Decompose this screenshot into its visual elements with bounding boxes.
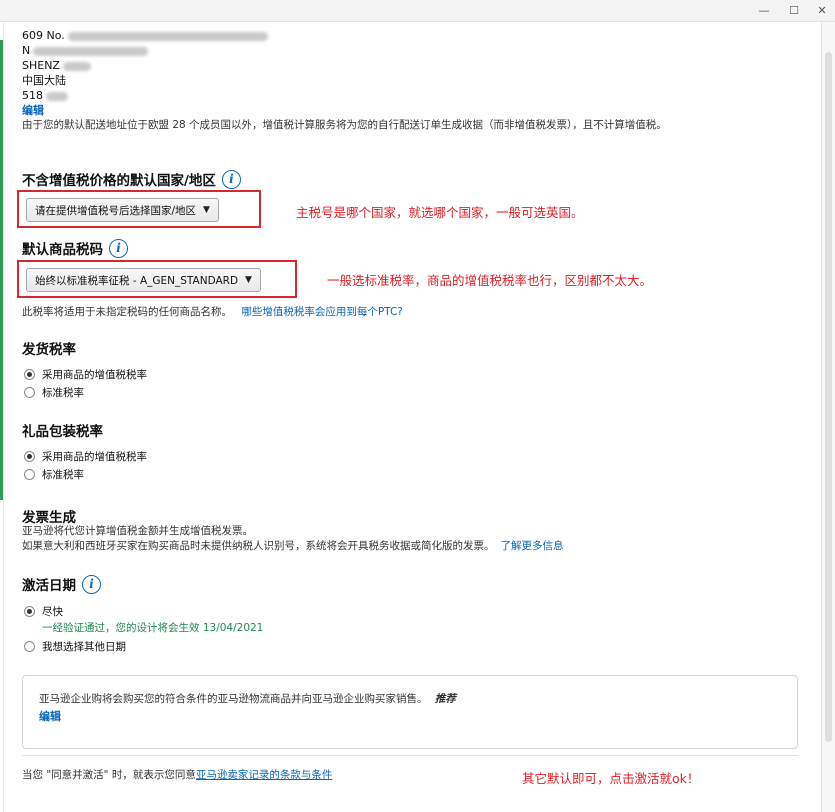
radio-unchecked[interactable]	[24, 640, 35, 652]
address-line-5: 518	[22, 89, 43, 102]
minimize-icon[interactable]: —	[753, 3, 775, 19]
radio-unchecked[interactable]	[24, 468, 35, 480]
annotation-box	[17, 260, 297, 298]
info-icon[interactable]: i	[82, 574, 101, 594]
gift-rate-title: 礼品包装税率	[22, 424, 103, 440]
annotation-note: 其它默认即可，点击激活就ok！	[522, 771, 700, 786]
edit-business-link[interactable]: 编辑	[39, 708, 61, 724]
annotation-note: 一般选标准税率，商品的增值税税率也行，区别都不太大。	[327, 273, 653, 288]
amazon-business-box: 亚马逊企业购将会购买您的符合条件的亚马逊物流商品并向亚马逊企业购买家销售。 推荐…	[22, 675, 798, 749]
ptc-note: 此税率将适用于未指定税码的任何商品名称。 哪些增值税税率会应用到每个PTC?	[22, 306, 403, 318]
radio-checked[interactable]	[24, 368, 35, 380]
window-titlebar: — ☐ ✕	[0, 0, 835, 22]
learn-more-link[interactable]: 了解更多信息	[501, 540, 564, 552]
left-border	[3, 22, 4, 812]
radio-unchecked[interactable]	[24, 386, 35, 398]
redacted-text	[67, 31, 268, 41]
default-country-title: 不含增值税价格的默认国家/地区 i	[22, 169, 241, 189]
invoice-description: 亚马逊将代您计算增值税金额并生成增值税发票。 如果意大利和西班牙买家在购买商品时…	[22, 525, 564, 552]
recommended-badge: 推荐	[434, 693, 456, 705]
ptc-rates-link[interactable]: 哪些增值税税率会应用到每个PTC?	[241, 306, 403, 318]
radio-option[interactable]: 我想选择其他日期	[24, 637, 263, 655]
annotation-box	[17, 190, 261, 228]
redacted-text	[46, 91, 68, 101]
address-block: 609 No. N SHENZ 中国大陆 518 编辑 由于您的默认配送地址位于…	[22, 28, 667, 133]
address-line-3: SHENZ	[22, 59, 60, 72]
maximize-icon[interactable]: ☐	[783, 3, 805, 19]
default-ptc-title: 默认商品税码 i	[22, 238, 128, 258]
accent-edge	[0, 40, 3, 500]
terms-link[interactable]: 亚马逊卖家记录的条款与条件	[196, 769, 333, 781]
address-line-2: N	[22, 44, 31, 57]
radio-checked[interactable]	[24, 605, 35, 617]
close-icon[interactable]: ✕	[811, 3, 833, 19]
edit-address-link[interactable]: 编辑	[22, 103, 667, 118]
radio-option[interactable]: 采用商品的增值税税率	[24, 365, 147, 383]
radio-checked[interactable]	[24, 450, 35, 462]
radio-option[interactable]: 尽快	[24, 602, 263, 620]
terms-text: 当您 "同意并激活" 时，就表示您同意亚马逊卖家记录的条款与条件	[22, 769, 333, 781]
radio-option[interactable]: 标准税率	[24, 383, 147, 401]
info-icon[interactable]: i	[109, 238, 128, 258]
business-text: 亚马逊企业购将会购买您的符合条件的亚马逊物流商品并向亚马逊企业购买家销售。	[39, 693, 428, 705]
address-line-4: 中国大陆	[22, 74, 66, 87]
invoice-title: 发票生成	[22, 510, 76, 526]
scrollbar-thumb[interactable]	[825, 52, 832, 742]
shipping-rate-title: 发货税率	[22, 342, 76, 358]
annotation-note: 主税号是哪个国家，就选哪个国家，一般可选英国。	[296, 205, 584, 220]
activation-note: 一经验证通过，您的设计将会生效 13/04/2021	[42, 622, 264, 634]
address-line-1: 609 No.	[22, 29, 65, 42]
activation-title: 激活日期 i	[22, 574, 101, 594]
redacted-text	[33, 46, 149, 56]
info-icon[interactable]: i	[221, 169, 241, 189]
activation-options: 尽快 一经验证通过，您的设计将会生效 13/04/2021 我想选择其他日期	[24, 602, 263, 655]
gift-rate-options: 采用商品的增值税税率 标准税率	[24, 447, 147, 483]
divider	[22, 755, 798, 756]
redacted-text	[62, 61, 91, 71]
radio-option[interactable]: 采用商品的增值税税率	[24, 447, 147, 465]
shipping-rate-options: 采用商品的增值税税率 标准税率	[24, 365, 147, 401]
vat-notice: 由于您的默认配送地址位于欧盟 28 个成员国以外，增值税计算服务将为您的自行配送…	[22, 119, 667, 131]
radio-option[interactable]: 标准税率	[24, 465, 147, 483]
scrollbar[interactable]	[821, 22, 835, 812]
